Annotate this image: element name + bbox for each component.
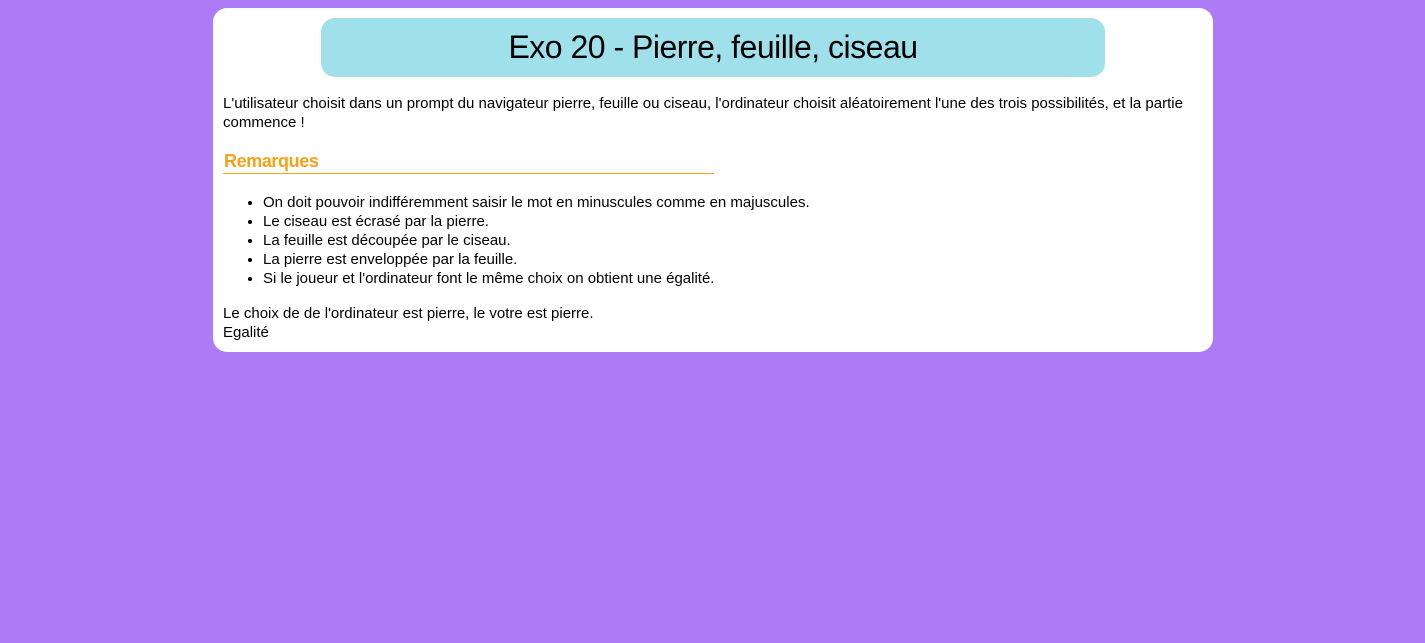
list-item: On doit pouvoir indifféremment saisir le…: [263, 193, 1203, 212]
list-item: Le ciseau est écrasé par la pierre.: [263, 212, 1203, 231]
game-result: Le choix de de l'ordinateur est pierre, …: [223, 304, 1203, 342]
list-item: La pierre est enveloppée par la feuille.: [263, 250, 1203, 269]
result-outcome-text: Egalité: [223, 324, 269, 341]
list-item: Si le joueur et l'ordinateur font le mêm…: [263, 269, 1203, 288]
remarques-list: On doit pouvoir indifféremment saisir le…: [223, 193, 1203, 288]
remarques-heading: Remarques: [223, 151, 714, 174]
intro-text: L'utilisateur choisit dans un prompt du …: [223, 95, 1183, 131]
page-title: Exo 20 - Pierre, feuille, ciseau: [508, 29, 918, 65]
result-choice-text: Le choix de de l'ordinateur est pierre, …: [223, 305, 594, 322]
content-card: Exo 20 - Pierre, feuille, ciseau L'utili…: [213, 8, 1213, 352]
title-banner: Exo 20 - Pierre, feuille, ciseau: [321, 18, 1105, 77]
list-item: La feuille est découpée par le ciseau.: [263, 231, 1203, 250]
